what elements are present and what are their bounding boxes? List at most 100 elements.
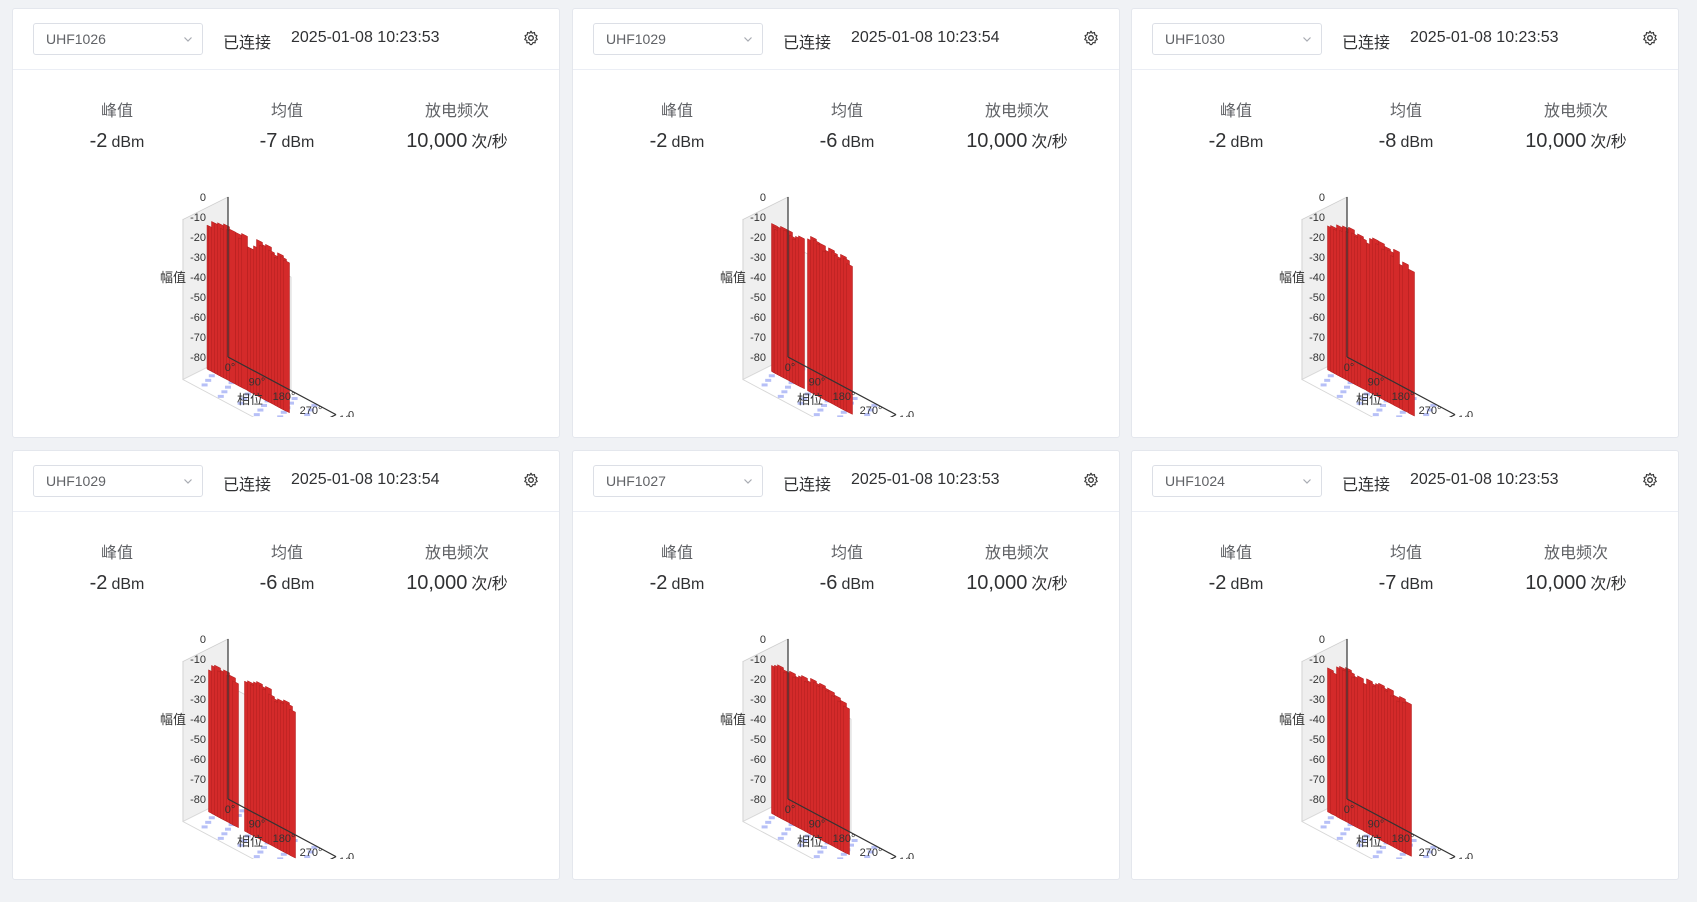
- base-noise-mark: [201, 383, 208, 387]
- connection-status: 已连接: [223, 477, 272, 494]
- amplitude-tick-label: -60: [1309, 754, 1325, 766]
- peak-number: -2: [649, 130, 668, 152]
- amplitude-tick-label: 0: [200, 192, 206, 204]
- amplitude-tick-label: -30: [1309, 252, 1325, 264]
- gear-icon[interactable]: [523, 30, 539, 46]
- phase-tick-label: 0°: [785, 804, 796, 816]
- discharge-frequency-stat: 放电频次 10,000 次/秒: [1496, 543, 1656, 595]
- gear-icon[interactable]: [1642, 30, 1658, 46]
- discharge-frequency-label: 放电频次: [1543, 545, 1608, 562]
- prpd-3d-chart: 0 -10 -20 -30 -40 -50 -60 -70 -80 幅值 0° 90° 180° 270°…: [720, 634, 914, 859]
- peak-value: -2 dBm: [37, 129, 197, 153]
- peak-unit: dBm: [671, 576, 705, 593]
- discharge-frequency-label: 放电频次: [984, 545, 1049, 562]
- panel-header: UHF1027 已连接 2025-01-08 10:23:53: [573, 451, 1119, 512]
- chevron-down-icon: [184, 37, 192, 42]
- sensor-panel: UHF1027 已连接 2025-01-08 10:23:53 峰值 -2 dBm…: [572, 450, 1120, 880]
- phase-tick-label: 0°: [1344, 362, 1355, 374]
- gear-icon[interactable]: [1642, 472, 1658, 488]
- gear-icon[interactable]: [1083, 472, 1099, 488]
- average-unit: dBm: [1400, 576, 1434, 593]
- average-stat: 均值 -8 dBm: [1326, 101, 1486, 153]
- discharge-frequency-label: 放电频次: [424, 545, 489, 562]
- discharge-frequency-stat: 放电频次 10,000 次/秒: [937, 543, 1097, 595]
- amplitude-tick-label: -40: [190, 272, 206, 284]
- discharge-frequency-value: 10,000 次/秒: [377, 571, 537, 595]
- base-noise-mark: [205, 820, 212, 824]
- chevron-down-icon: [1303, 479, 1311, 484]
- cycle-tick-label: 10: [1458, 856, 1470, 859]
- base-noise-mark: [1320, 825, 1327, 829]
- amplitude-bar: [1330, 670, 1337, 817]
- base-noise-mark: [1336, 394, 1343, 398]
- amplitude-tick-label: -70: [1309, 774, 1325, 786]
- panel-header: UHF1029 已连接 2025-01-08 10:23:54: [573, 9, 1119, 70]
- average-value: -6 dBm: [767, 571, 927, 595]
- amplitude-tick-label: -10: [190, 654, 206, 666]
- prpd-3d-chart: 0 -10 -20 -30 -40 -50 -60 -70 -80 幅值 0° 90° 180° 270°…: [160, 634, 354, 859]
- sensor-select[interactable]: UHF1029: [593, 23, 763, 55]
- average-unit: dBm: [841, 576, 875, 593]
- base-noise-mark: [1324, 820, 1331, 824]
- base-noise-mark: [768, 374, 775, 378]
- average-unit: dBm: [281, 134, 315, 151]
- cycle-tick-label: 10: [899, 856, 911, 859]
- amplitude-tick-label: -60: [190, 312, 206, 324]
- sensor-select[interactable]: UHF1026: [33, 23, 203, 55]
- average-label: 均值: [270, 103, 303, 120]
- amplitude-tick-label: -50: [750, 734, 766, 746]
- sensor-panel: UHF1029 已连接 2025-01-08 10:23:54 峰值 -2 dBm…: [572, 8, 1120, 438]
- peak-label: 峰值: [660, 545, 693, 562]
- discharge-frequency-unit: 次/秒: [1590, 134, 1627, 151]
- panel-header: UHF1030 已连接 2025-01-08 10:23:53: [1132, 9, 1678, 70]
- base-noise-mark: [208, 816, 215, 820]
- gear-icon[interactable]: [523, 472, 539, 488]
- sensor-select[interactable]: UHF1024: [1152, 465, 1322, 497]
- sensor-select[interactable]: UHF1027: [593, 465, 763, 497]
- base-noise-mark: [208, 374, 215, 378]
- phase-tick-label: 270°: [1419, 405, 1442, 417]
- amplitude-tick-label: -40: [750, 272, 766, 284]
- prpd-3d-chart: 0 -10 -20 -30 -40 -50 -60 -70 -80 幅值 0° 90° 180° 270°…: [1279, 634, 1473, 859]
- discharge-frequency-stat: 放电频次 10,000 次/秒: [937, 101, 1097, 153]
- peak-stat: 峰值 -2 dBm: [37, 101, 197, 153]
- peak-stat: 峰值 -2 dBm: [1156, 543, 1316, 595]
- gear-icon[interactable]: [1083, 30, 1099, 46]
- peak-stat: 峰值 -2 dBm: [1156, 101, 1316, 153]
- peak-stat: 峰值 -2 dBm: [37, 543, 197, 595]
- base-noise-mark: [761, 383, 768, 387]
- amplitude-tick-label: -50: [750, 292, 766, 304]
- base-noise-mark: [1372, 855, 1379, 859]
- amplitude-axis-label: 幅值: [720, 712, 746, 727]
- sensor-select[interactable]: UHF1030: [1152, 23, 1322, 55]
- discharge-frequency-number: 10,000: [406, 130, 468, 152]
- average-number: -6: [819, 130, 838, 152]
- base-noise-mark: [221, 832, 228, 836]
- average-label: 均值: [830, 103, 863, 120]
- base-noise-mark: [221, 390, 228, 394]
- phase-tick-label: 180°: [273, 391, 296, 403]
- dashboard-grid: UHF1026 已连接 2025-01-08 10:23:53 峰值 -2 dBm…: [0, 0, 1697, 902]
- average-unit: dBm: [841, 134, 875, 151]
- base-noise-mark: [837, 857, 844, 859]
- amplitude-tick-label: -20: [190, 232, 206, 244]
- discharge-frequency-label: 放电频次: [424, 103, 489, 120]
- phase-tick-label: 180°: [1392, 391, 1415, 403]
- discharge-frequency-stat: 放电频次 10,000 次/秒: [377, 543, 537, 595]
- sensor-select[interactable]: UHF1029: [33, 465, 203, 497]
- amplitude-tick-label: -30: [1309, 694, 1325, 706]
- peak-label: 峰值: [100, 103, 133, 120]
- timestamp: 2025-01-08 10:23:54: [851, 29, 1000, 46]
- base-noise-mark: [217, 836, 224, 840]
- amplitude-tick-label: -10: [750, 212, 766, 224]
- base-noise-mark: [817, 850, 824, 854]
- phase-tick-label: 0°: [225, 804, 236, 816]
- peak-value: -2 dBm: [37, 571, 197, 595]
- base-noise-mark: [257, 850, 264, 854]
- peak-number: -2: [89, 130, 108, 152]
- base-noise-mark: [1340, 832, 1347, 836]
- base-noise-mark: [1320, 383, 1327, 387]
- average-stat: 均值 -7 dBm: [1326, 543, 1486, 595]
- phase-tick-label: 180°: [273, 833, 296, 845]
- average-stat: 均值 -6 dBm: [767, 101, 927, 153]
